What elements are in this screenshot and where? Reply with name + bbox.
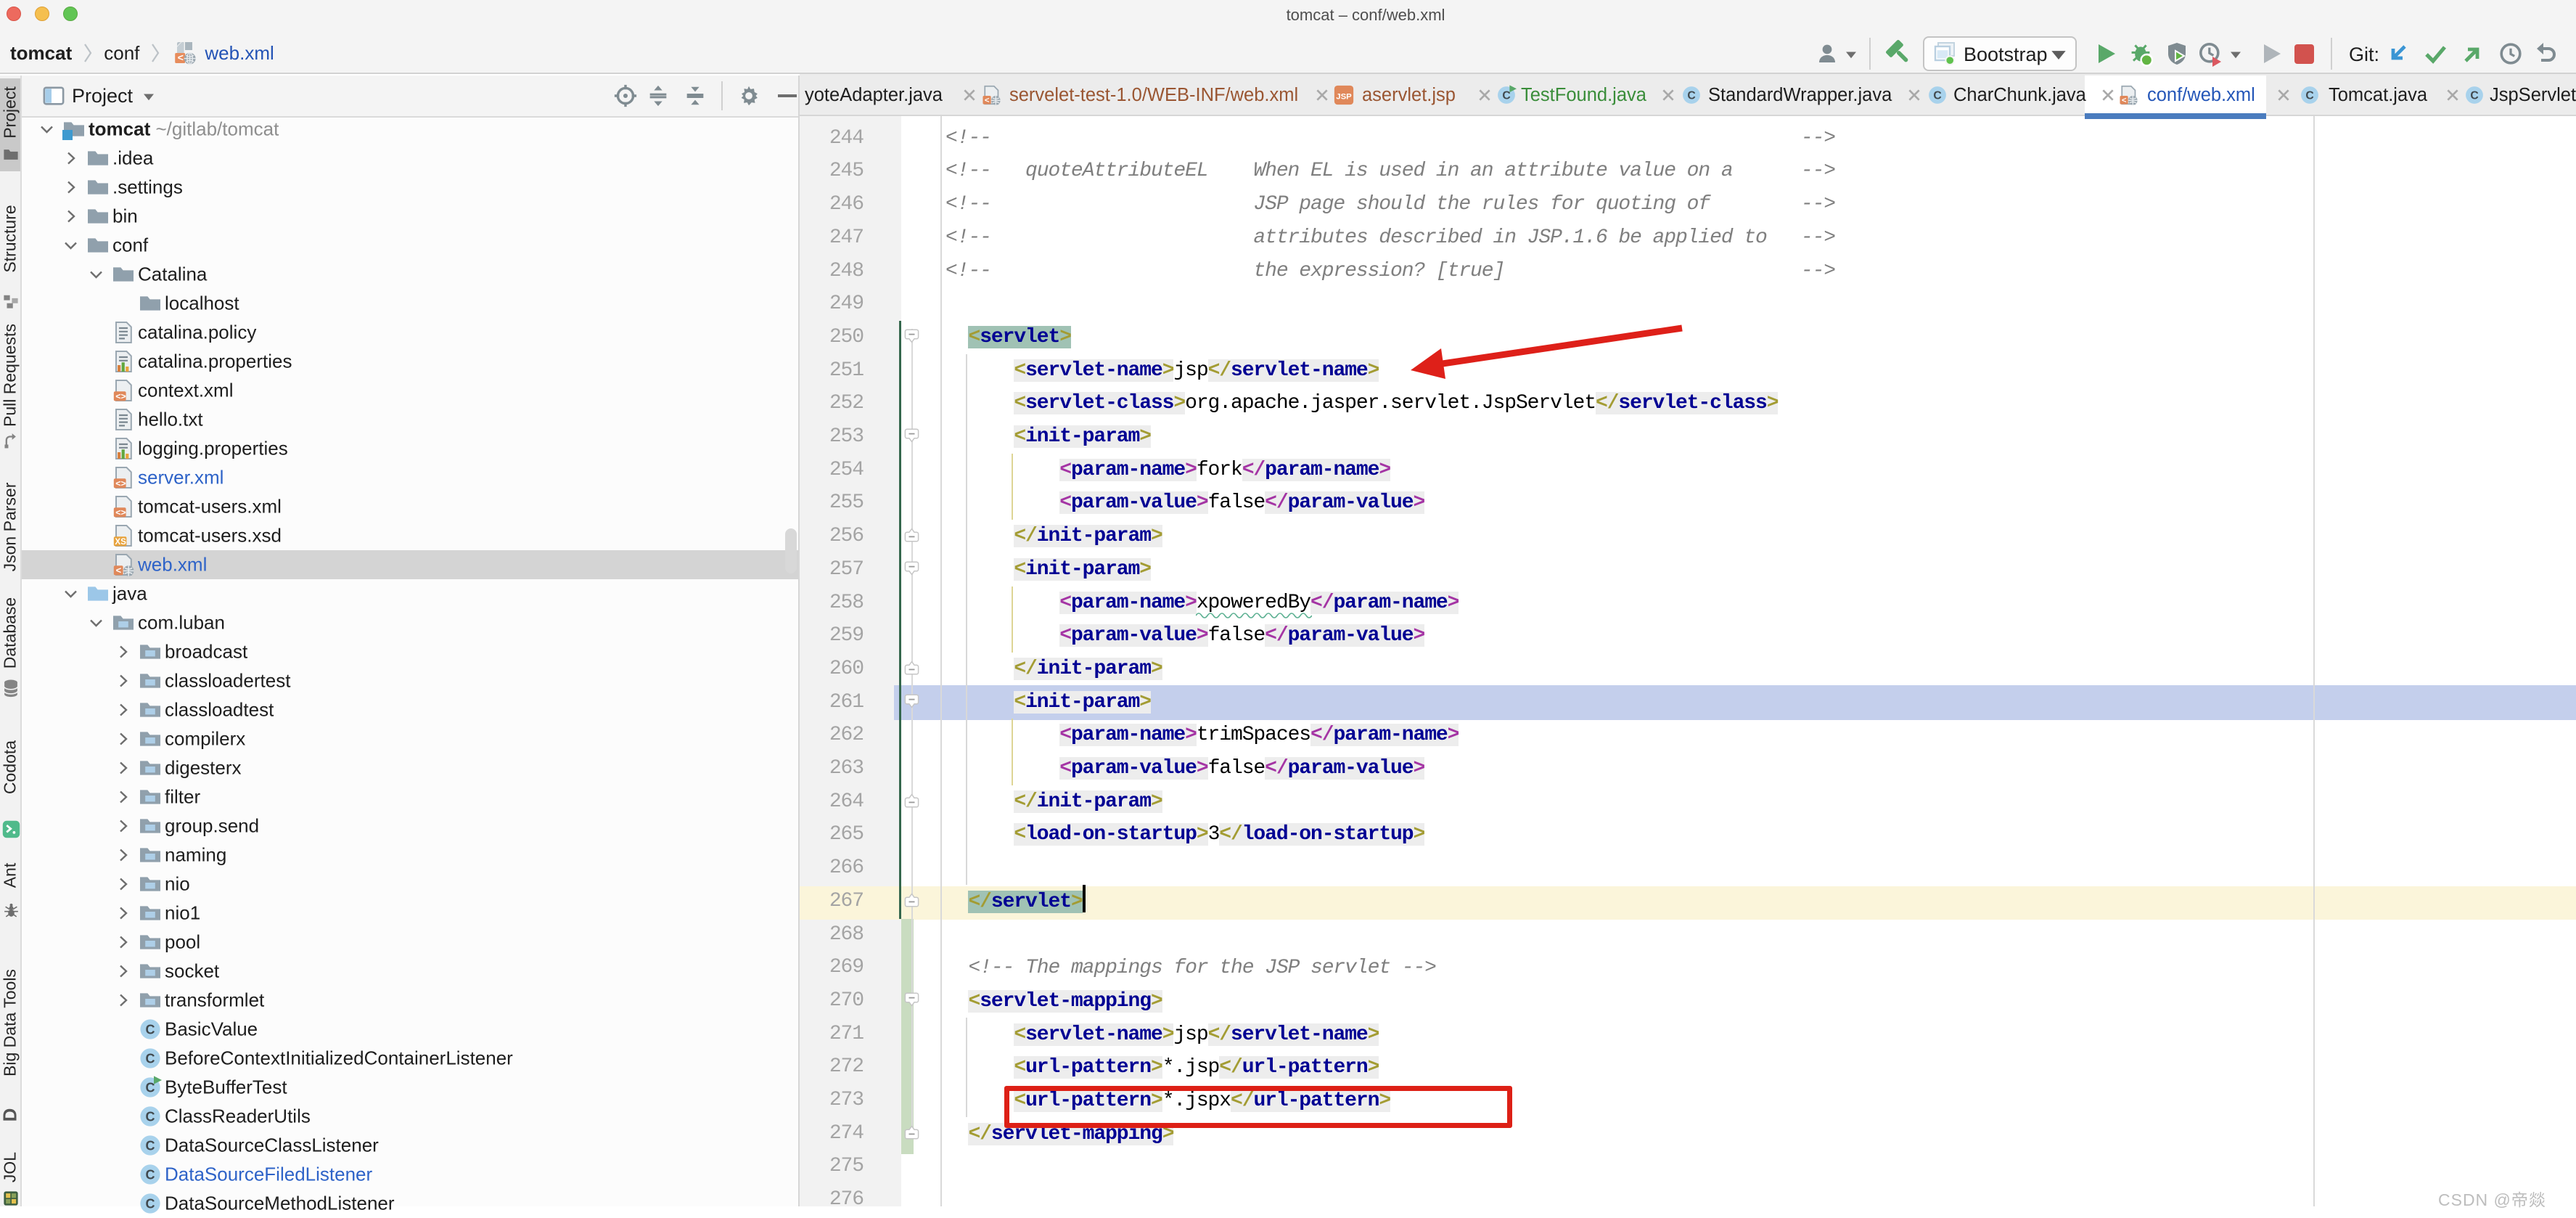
- svg-text:C: C: [146, 1196, 155, 1211]
- svg-text:C: C: [2470, 90, 2478, 102]
- svg-text:C: C: [146, 1051, 155, 1066]
- svg-text:C: C: [146, 1167, 155, 1182]
- svg-text:<: <: [178, 52, 184, 63]
- svg-text:C: C: [2305, 90, 2313, 102]
- svg-text:<: <: [116, 565, 122, 576]
- svg-text:<>: <>: [115, 507, 126, 518]
- svg-text:<: <: [2122, 97, 2127, 105]
- svg-text:<>: <>: [115, 391, 126, 401]
- svg-text:C: C: [146, 1109, 155, 1124]
- svg-text:JSP: JSP: [1336, 92, 1352, 101]
- svg-text:C: C: [1502, 90, 1510, 102]
- svg-text:XS: XS: [115, 537, 126, 547]
- svg-text:C: C: [146, 1080, 155, 1095]
- svg-text:C: C: [1933, 90, 1941, 102]
- svg-text:C: C: [1687, 90, 1695, 102]
- svg-text:C: C: [146, 1138, 155, 1153]
- svg-text:<>: <>: [115, 478, 126, 489]
- svg-text:<: <: [985, 97, 990, 105]
- svg-text:C: C: [146, 1022, 155, 1037]
